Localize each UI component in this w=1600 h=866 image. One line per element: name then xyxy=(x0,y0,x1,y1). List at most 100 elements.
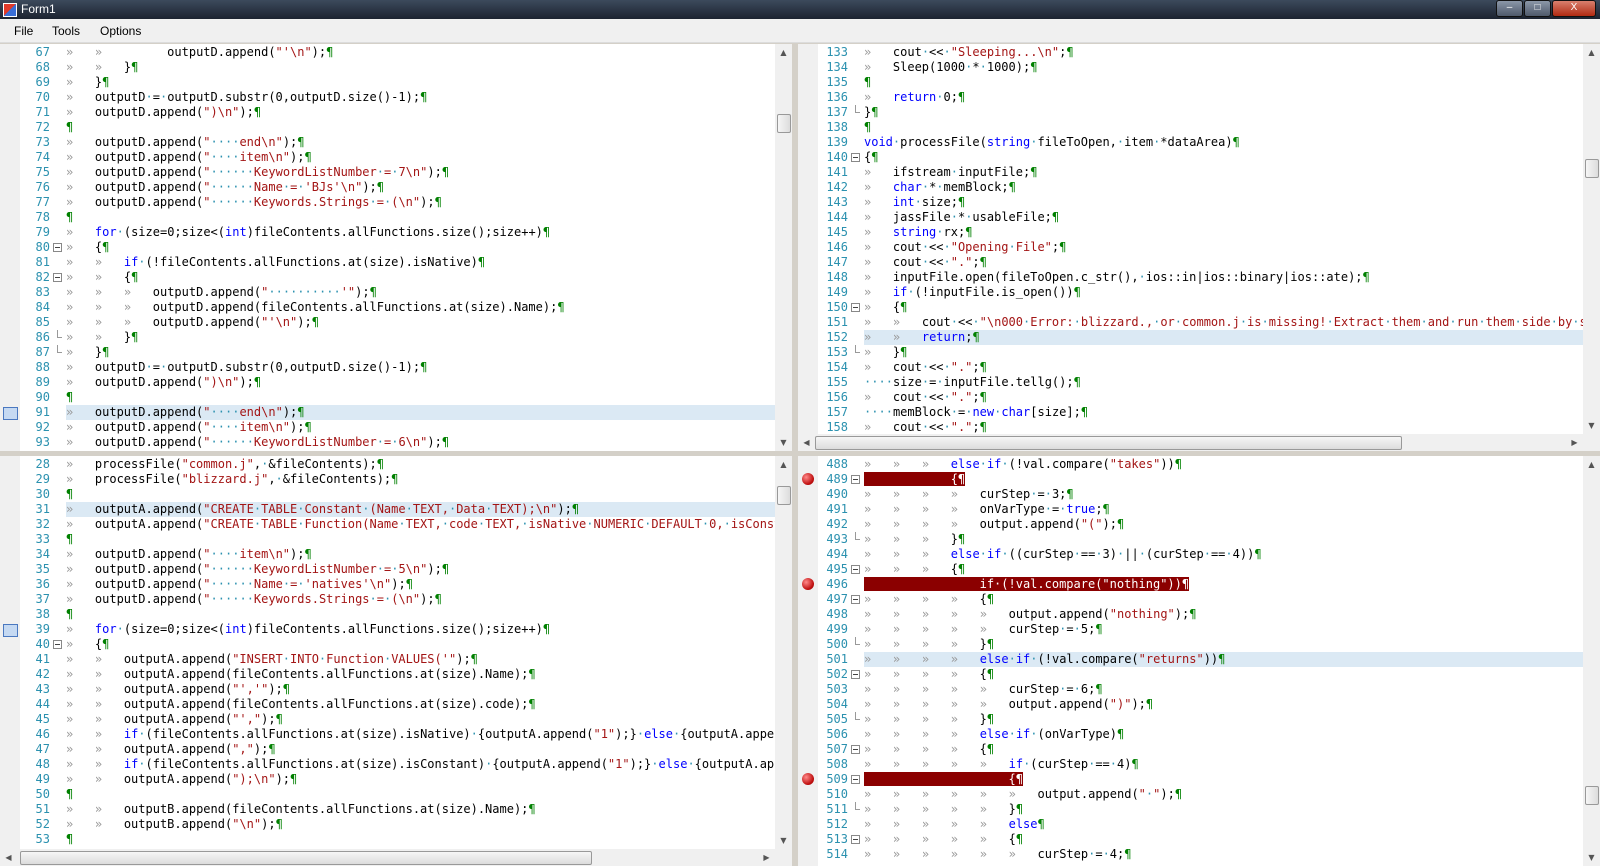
code-line[interactable]: 29 » processFile("blizzard.j",·&fileConte… xyxy=(20,472,775,487)
breakpoint-icon[interactable] xyxy=(802,773,814,785)
collapse-icon[interactable] xyxy=(851,153,860,162)
code-line[interactable]: 83 » » » outputD.append("··········'");¶ xyxy=(20,285,775,300)
code-line[interactable]: 93 » outputD.append("······KeywordListNum… xyxy=(20,435,775,450)
fold-marker[interactable] xyxy=(851,772,860,787)
code-line[interactable]: 512 » » » » » else¶ xyxy=(818,817,1583,832)
menu-file[interactable]: File xyxy=(14,24,33,38)
editor-pane-bottom-right[interactable]: 488 » » » else·if·(!val.compare("takes"))… xyxy=(798,456,1600,866)
code-line[interactable]: 38 ¶ xyxy=(20,607,775,622)
code-line[interactable]: 33 ¶ xyxy=(20,532,775,547)
code-line[interactable]: 493 » » » }¶ xyxy=(818,532,1583,547)
code-line[interactable]: 86 » » }¶ xyxy=(20,330,775,345)
code-line[interactable]: 68 » » }¶ xyxy=(20,60,775,75)
code-line[interactable]: 81 » » if·(!fileContents.allFunctions.at(… xyxy=(20,255,775,270)
code-line[interactable]: 30 ¶ xyxy=(20,487,775,502)
collapse-icon[interactable] xyxy=(851,775,860,784)
code-line[interactable]: 76 » outputD.append("······Name·=·'BJs'\n… xyxy=(20,180,775,195)
scroll-down-icon[interactable]: ▼ xyxy=(1583,849,1600,866)
collapse-icon[interactable] xyxy=(851,475,860,484)
code-line[interactable]: 75 » outputD.append("······KeywordListNum… xyxy=(20,165,775,180)
code-line[interactable]: 141 » ifstream·inputFile;¶ xyxy=(818,165,1583,180)
scroll-down-icon[interactable]: ▼ xyxy=(775,434,792,451)
fold-marker[interactable] xyxy=(851,562,860,577)
code-line[interactable]: 149 » if·(!inputFile.is_open())¶ xyxy=(818,285,1583,300)
code-line[interactable]: 48 » » if·(fileContents.allFunctions.at(s… xyxy=(20,757,782,772)
code-line[interactable]: 511 » » » » » }¶ xyxy=(818,802,1583,817)
code-area[interactable]: 28 » processFile("common.j",·&fileContent… xyxy=(20,456,792,849)
code-line[interactable]: 156 » cout·<<·".";¶ xyxy=(818,390,1583,405)
bookmark-margin[interactable] xyxy=(798,44,818,451)
code-line[interactable]: 510 » » » » » » output.append("·");¶ xyxy=(818,787,1583,802)
scroll-thumb[interactable] xyxy=(777,486,791,505)
scroll-up-icon[interactable]: ▲ xyxy=(1583,456,1600,473)
bookmark-margin[interactable] xyxy=(0,456,20,866)
code-line[interactable]: 499 » » » » » curStep·=·5;¶ xyxy=(818,622,1583,637)
minimize-button[interactable]: – xyxy=(1496,0,1523,17)
code-line[interactable]: 489 {¶ xyxy=(818,472,1583,487)
code-line[interactable]: 495 » » » {¶ xyxy=(818,562,1583,577)
code-line[interactable]: 32 » outputA.append("CREATE·TABLE·Functio… xyxy=(20,517,792,532)
fold-marker[interactable] xyxy=(53,240,62,255)
code-line[interactable]: 140 {¶ xyxy=(818,150,1583,165)
code-line[interactable]: 45 » » outputA.append("',");¶ xyxy=(20,712,775,727)
scroll-right-icon[interactable]: ▶ xyxy=(758,849,775,866)
code-line[interactable]: 513 » » » » » {¶ xyxy=(818,832,1583,847)
fold-marker[interactable] xyxy=(851,300,860,315)
vertical-scrollbar[interactable]: ▲ ▼ xyxy=(775,456,792,849)
code-line[interactable]: 92 » outputD.append("····item\n");¶ xyxy=(20,420,775,435)
code-line[interactable]: 148 » inputFile.open(fileToOpen.c_str(),·… xyxy=(818,270,1583,285)
code-line[interactable]: 488 » » » else·if·(!val.compare("takes"))… xyxy=(818,457,1583,472)
horizontal-scrollbar[interactable]: ◀ ▶ xyxy=(0,849,792,866)
code-line[interactable]: 134 » Sleep(1000·*·1000);¶ xyxy=(818,60,1583,75)
bookmark-margin[interactable] xyxy=(798,456,818,866)
code-line[interactable]: 143 » int·size;¶ xyxy=(818,195,1583,210)
breakpoint-icon[interactable] xyxy=(802,473,814,485)
vertical-scrollbar[interactable]: ▲ ▼ xyxy=(1583,44,1600,434)
code-line[interactable]: 35 » outputD.append("······KeywordListNum… xyxy=(20,562,775,577)
menu-tools[interactable]: Tools xyxy=(52,24,80,38)
code-line[interactable]: 70 » outputD·=·outputD.substr(0,outputD.s… xyxy=(20,90,775,105)
code-line[interactable]: 74 » outputD.append("····item\n");¶ xyxy=(20,150,775,165)
scroll-up-icon[interactable]: ▲ xyxy=(1583,44,1600,61)
code-line[interactable]: 51 » » outputB.append(fileContents.allFun… xyxy=(20,802,775,817)
code-line[interactable]: 28 » processFile("common.j",·&fileContent… xyxy=(20,457,775,472)
code-line[interactable]: 503 » » » » » curStep·=·6;¶ xyxy=(818,682,1583,697)
code-line[interactable]: 496 if·(!val.compare("nothing"))¶ xyxy=(818,577,1583,592)
code-line[interactable]: 501 » » » » else·if·(!val.compare("return… xyxy=(818,652,1583,667)
scroll-thumb[interactable] xyxy=(20,851,592,865)
code-line[interactable]: 151 » » cout·<<·"\n000·Error:·blizzard.,·… xyxy=(818,315,1586,330)
scroll-down-icon[interactable]: ▼ xyxy=(775,832,792,849)
code-line[interactable]: 46 » » if·(fileContents.allFunctions.at(s… xyxy=(20,727,782,742)
code-line[interactable]: 31 » outputA.append("CREATE·TABLE·Constan… xyxy=(20,502,775,517)
collapse-icon[interactable] xyxy=(53,640,62,649)
code-line[interactable]: 41 » » outputA.append("INSERT·INTO·Functi… xyxy=(20,652,775,667)
vertical-scrollbar[interactable]: ▲ ▼ xyxy=(775,44,792,451)
code-area[interactable]: 67 » » outputD.append("'\n");¶ 68 » » }¶ 69 »… xyxy=(20,44,775,451)
editor-pane-top-right[interactable]: 133 » cout·<<·"Sleeping...\n";¶ 134 » Sleep… xyxy=(798,44,1600,451)
code-line[interactable]: 142 » char·*·memBlock;¶ xyxy=(818,180,1583,195)
code-line[interactable]: 79 » for·(size=0;size<(int)fileContents.a… xyxy=(20,225,775,240)
code-line[interactable]: 145 » string·rx;¶ xyxy=(818,225,1583,240)
fold-marker[interactable] xyxy=(851,832,860,847)
code-line[interactable]: 44 » » outputA.append(fileContents.allFun… xyxy=(20,697,775,712)
code-line[interactable]: 144 » jassFile·*·usableFile;¶ xyxy=(818,210,1583,225)
scroll-up-icon[interactable]: ▲ xyxy=(775,44,792,61)
code-line[interactable]: 52 » » outputB.append("\n");¶ xyxy=(20,817,775,832)
code-line[interactable]: 78 ¶ xyxy=(20,210,775,225)
fold-marker[interactable] xyxy=(851,472,860,487)
bookmark-margin[interactable] xyxy=(0,44,20,451)
fold-marker[interactable] xyxy=(851,667,860,682)
collapse-icon[interactable] xyxy=(851,303,860,312)
fold-marker[interactable] xyxy=(851,150,860,165)
code-line[interactable]: 71 » outputD.append(")\n");¶ xyxy=(20,105,775,120)
collapse-icon[interactable] xyxy=(851,565,860,574)
vertical-scrollbar[interactable]: ▲ ▼ xyxy=(1583,456,1600,866)
code-line[interactable]: 40 » {¶ xyxy=(20,637,775,652)
code-line[interactable]: 84 » » » outputD.append(fileContents.allF… xyxy=(20,300,775,315)
code-line[interactable]: 509 {¶ xyxy=(818,772,1583,787)
fold-marker[interactable] xyxy=(851,742,860,757)
code-line[interactable]: 50 ¶ xyxy=(20,787,775,802)
scroll-thumb[interactable] xyxy=(815,436,1402,450)
scroll-thumb[interactable] xyxy=(1585,159,1599,178)
code-line[interactable]: 157 ····memBlock·=·new·char[size];¶ xyxy=(818,405,1583,420)
